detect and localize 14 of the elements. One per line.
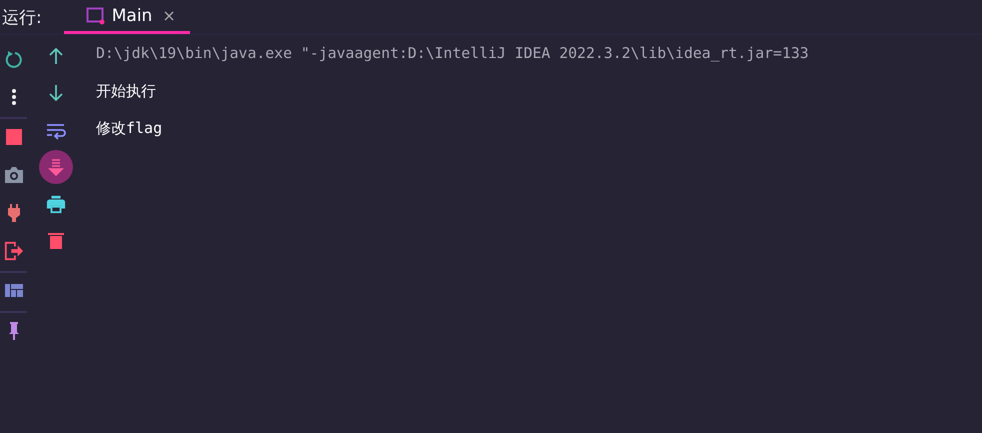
trash-icon[interactable] bbox=[46, 231, 66, 251]
console-line: D:\jdk\19\bin\java.exe "-javaagent:D:\IntelliJ IDEA 2022.3.2\lib\idea_rt.jar=133 bbox=[96, 44, 809, 64]
printer-icon[interactable] bbox=[46, 194, 66, 214]
console-line: 开始执行 bbox=[96, 81, 157, 102]
stop-icon[interactable] bbox=[4, 127, 24, 147]
window-icon bbox=[86, 6, 106, 24]
console-tab[interactable]: Main × bbox=[64, 0, 190, 34]
close-button[interactable]: × bbox=[162, 6, 176, 25]
run-label: 运行: bbox=[2, 6, 42, 28]
camera-icon[interactable] bbox=[4, 165, 24, 185]
rerun-icon[interactable] bbox=[4, 49, 24, 69]
exit-icon[interactable] bbox=[4, 241, 24, 261]
console-line: 修改flag bbox=[96, 118, 164, 139]
scroll-to-end-icon[interactable] bbox=[46, 157, 66, 177]
